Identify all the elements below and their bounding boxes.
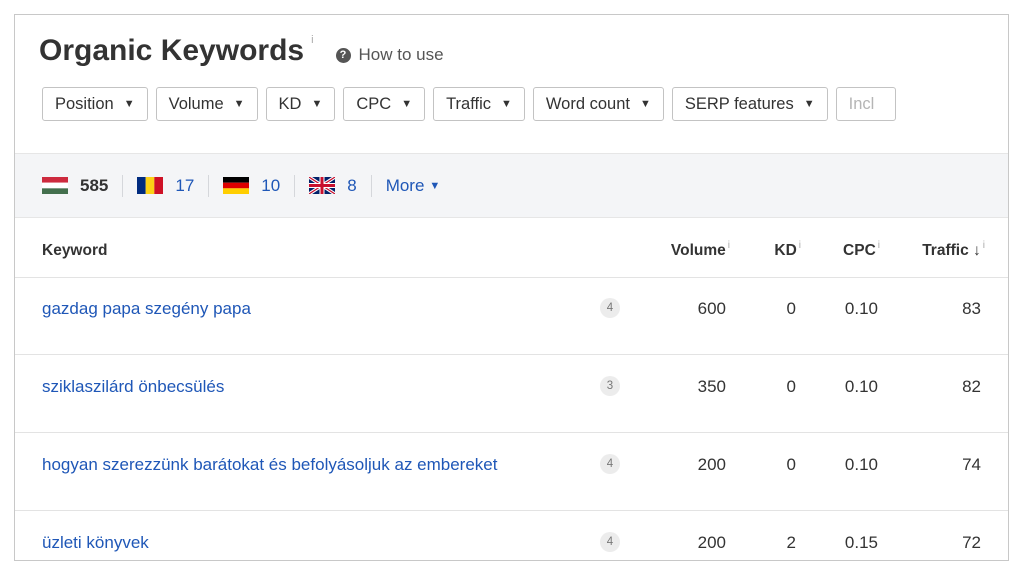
position-filter-dropdown[interactable]: Position ▼ bbox=[42, 87, 148, 121]
caret-down-icon: ▼ bbox=[123, 98, 135, 110]
column-label: CPC bbox=[843, 242, 876, 259]
filter-label: SERP features bbox=[684, 94, 794, 113]
how-to-use-label: How to use bbox=[358, 45, 444, 64]
country-uk[interactable]: 8 bbox=[309, 175, 357, 196]
word-count-filter-dropdown[interactable]: Word count ▼ bbox=[532, 87, 664, 121]
country-germany[interactable]: 10 bbox=[223, 176, 280, 196]
filter-label: Word count bbox=[545, 94, 630, 113]
how-to-use-link[interactable]: ? How to use bbox=[335, 45, 444, 65]
country-hungary[interactable]: 585 bbox=[42, 176, 108, 196]
traffic-value: 74 bbox=[962, 455, 981, 474]
more-label: More bbox=[385, 175, 425, 195]
table-header: Keyword Volume i KD i CPC i Traffic ↓ i bbox=[15, 218, 1008, 278]
table-row: gazdag papa szegény papa 4 600 0 0.10 83 bbox=[15, 277, 1008, 355]
column-header-traffic[interactable]: Traffic ↓ i bbox=[922, 240, 985, 260]
column-header-volume[interactable]: Volume i bbox=[670, 240, 730, 260]
organic-keywords-panel: Organic Keywords i ? How to use Position… bbox=[14, 14, 1009, 561]
hungary-flag-icon bbox=[42, 177, 68, 194]
uk-flag-icon bbox=[309, 177, 336, 194]
volume-value: 200 bbox=[697, 455, 726, 474]
country-count: 8 bbox=[347, 175, 357, 195]
cpc-value: 0.10 bbox=[844, 455, 878, 474]
position-badge[interactable]: 4 bbox=[600, 298, 620, 318]
volume-value: 600 bbox=[697, 299, 726, 318]
filter-label: Traffic bbox=[446, 94, 492, 113]
info-icon[interactable]: i bbox=[878, 240, 880, 251]
volume-value: 350 bbox=[697, 377, 726, 396]
cpc-filter-dropdown[interactable]: CPC ▼ bbox=[343, 87, 426, 121]
cpc-value: 0.15 bbox=[844, 533, 878, 552]
caret-down-icon: ▼ bbox=[501, 98, 512, 110]
column-header-keyword[interactable]: Keyword bbox=[42, 242, 107, 260]
include-keywords-input[interactable]: Incl bbox=[835, 87, 896, 121]
title-row: Organic Keywords i ? How to use bbox=[39, 33, 444, 73]
divider bbox=[370, 174, 372, 197]
country-count: 10 bbox=[261, 175, 281, 195]
divider bbox=[122, 174, 124, 197]
column-label: KD bbox=[774, 242, 797, 259]
question-circle-icon: ? bbox=[335, 47, 351, 63]
caret-down-icon: ▼ bbox=[311, 98, 323, 110]
traffic-filter-dropdown[interactable]: Traffic ▼ bbox=[433, 87, 525, 121]
country-romania[interactable]: 17 bbox=[137, 176, 194, 196]
table-row: sziklaszilárd önbecsülés 3 350 0 0.10 82 bbox=[15, 355, 1008, 433]
column-label: Keyword bbox=[42, 242, 108, 259]
column-label: Traffic bbox=[922, 242, 969, 259]
kd-value: 0 bbox=[786, 299, 796, 318]
country-count: 17 bbox=[175, 175, 195, 195]
info-icon[interactable]: i bbox=[983, 240, 985, 251]
cpc-value: 0.10 bbox=[844, 377, 878, 396]
caret-down-icon: ▼ bbox=[429, 179, 441, 192]
traffic-value: 83 bbox=[962, 299, 981, 318]
filter-label: KD bbox=[278, 94, 302, 113]
germany-flag-icon bbox=[223, 177, 250, 194]
caret-down-icon: ▼ bbox=[233, 98, 245, 110]
traffic-value: 82 bbox=[962, 377, 981, 396]
filter-bar: Position ▼ Volume ▼ KD ▼ CPC ▼ Traffic ▼… bbox=[42, 87, 896, 121]
filter-label: Position bbox=[55, 94, 114, 113]
position-badge[interactable]: 4 bbox=[600, 454, 620, 474]
position-badge[interactable]: 4 bbox=[600, 532, 620, 552]
caret-down-icon: ▼ bbox=[401, 98, 413, 110]
divider bbox=[294, 174, 296, 197]
volume-value: 200 bbox=[697, 533, 726, 552]
divider bbox=[208, 174, 210, 197]
kd-value: 0 bbox=[786, 377, 796, 396]
volume-filter-dropdown[interactable]: Volume ▼ bbox=[155, 87, 258, 121]
keyword-link[interactable]: gazdag papa szegény papa bbox=[42, 296, 522, 321]
more-countries-dropdown[interactable]: More ▼ bbox=[386, 176, 441, 196]
keyword-link[interactable]: sziklaszilárd önbecsülés bbox=[42, 374, 522, 399]
country-bar: 585 17 10 8 More ▼ bbox=[15, 153, 1008, 218]
column-header-kd[interactable]: KD i bbox=[774, 240, 801, 260]
keyword-link[interactable]: hogyan szerezzünk barátokat és befolyáso… bbox=[42, 452, 522, 477]
column-label: Volume bbox=[670, 242, 726, 259]
sort-desc-icon: ↓ bbox=[973, 242, 981, 259]
filter-label: CPC bbox=[356, 94, 392, 113]
column-header-cpc[interactable]: CPC i bbox=[843, 240, 880, 260]
caret-down-icon: ▼ bbox=[803, 98, 815, 110]
title-info-icon[interactable]: i bbox=[311, 34, 313, 46]
position-badge[interactable]: 3 bbox=[600, 376, 620, 396]
serp-features-filter-dropdown[interactable]: SERP features ▼ bbox=[671, 87, 828, 121]
caret-down-icon: ▼ bbox=[639, 98, 651, 110]
kd-value: 0 bbox=[786, 455, 796, 474]
country-count: 585 bbox=[80, 175, 109, 195]
filter-label: Volume bbox=[168, 94, 224, 113]
table-row: üzleti könyvek 4 200 2 0.15 72 bbox=[15, 511, 1008, 560]
kd-filter-dropdown[interactable]: KD ▼ bbox=[265, 87, 336, 121]
keyword-link[interactable]: üzleti könyvek bbox=[42, 530, 522, 555]
table-row: hogyan szerezzünk barátokat és befolyáso… bbox=[15, 433, 1008, 511]
romania-flag-icon bbox=[137, 177, 164, 194]
traffic-value: 72 bbox=[962, 533, 981, 552]
page-title: Organic Keywords bbox=[39, 34, 305, 67]
cpc-value: 0.10 bbox=[844, 299, 878, 318]
kd-value: 2 bbox=[786, 533, 796, 552]
info-icon[interactable]: i bbox=[728, 240, 730, 251]
include-placeholder: Incl bbox=[848, 94, 875, 113]
info-icon[interactable]: i bbox=[799, 240, 801, 251]
